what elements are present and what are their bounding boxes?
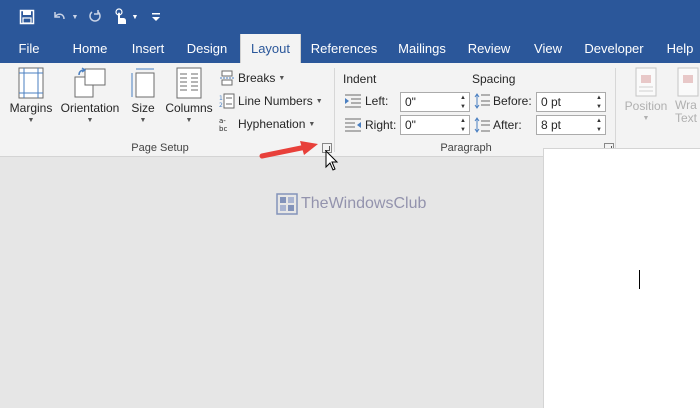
margins-button[interactable]: Margins ▼: [8, 67, 54, 124]
quick-access-toolbar: ▼ ▼: [0, 0, 700, 34]
spacing-before-label: Before:: [493, 94, 532, 108]
orientation-icon: [74, 67, 106, 98]
paragraph-group-label: Paragraph: [440, 142, 492, 154]
indent-right-stepper[interactable]: 0" ▲ ▼: [400, 115, 470, 135]
wrap-text-icon: [677, 67, 699, 97]
columns-label: Columns: [165, 101, 213, 115]
hyphenation-button[interactable]: a-bc Hyphenation ▼: [219, 113, 315, 135]
indent-heading: Indent: [343, 72, 377, 86]
group-divider: [615, 68, 616, 152]
chevron-down-icon: ▼: [315, 97, 323, 105]
mouse-pointer-icon: [325, 150, 339, 171]
tab-home[interactable]: Home: [66, 34, 114, 63]
indent-right-value: 0": [405, 118, 416, 132]
chevron-down-icon: ▼: [139, 117, 147, 124]
document-page[interactable]: [543, 148, 700, 408]
spin-up-icon[interactable]: ▲: [596, 95, 602, 101]
ribbon: Margins ▼ Orientation ▼ Size ▼ Columns ▼…: [0, 63, 700, 157]
hyphenation-icon: a-bc: [219, 117, 227, 132]
chevron-down-icon: ▼: [185, 117, 193, 124]
ribbon-tabs: File Home Insert Design Layout Reference…: [0, 34, 700, 63]
spacing-after-value: 8 pt: [541, 118, 562, 132]
indent-left-icon: [345, 94, 361, 108]
position-label: Position: [624, 99, 668, 113]
page-setup-group-label: Page Setup: [131, 142, 189, 154]
watermark-text: TheWindowsClub: [301, 195, 427, 212]
spacing-heading: Spacing: [472, 72, 516, 86]
text-cursor: [639, 270, 640, 289]
spin-up-icon[interactable]: ▲: [596, 118, 602, 124]
redo-icon[interactable]: [84, 6, 104, 28]
spin-up-icon[interactable]: ▲: [460, 118, 466, 124]
tab-mailings[interactable]: Mailings: [392, 34, 452, 63]
tab-insert[interactable]: Insert: [125, 34, 171, 63]
spin-down-icon[interactable]: ▼: [596, 127, 602, 133]
undo-icon[interactable]: [48, 6, 70, 28]
columns-button[interactable]: Columns ▼: [163, 67, 215, 124]
chevron-down-icon: ▼: [642, 115, 650, 122]
indent-right-icon: [345, 118, 361, 132]
svg-text:1: 1: [219, 95, 223, 102]
spin-down-icon[interactable]: ▼: [460, 104, 466, 110]
tab-design[interactable]: Design: [182, 34, 232, 63]
spin-down-icon[interactable]: ▼: [596, 104, 602, 110]
line-numbers-icon: 12: [219, 93, 235, 109]
line-numbers-button[interactable]: 12 Line Numbers ▼: [219, 90, 323, 112]
tab-review[interactable]: Review: [463, 34, 515, 63]
svg-text:a-: a-: [219, 117, 226, 125]
hyphenation-label: Hyphenation: [238, 117, 306, 131]
orientation-button[interactable]: Orientation ▼: [58, 67, 122, 124]
margins-icon: [18, 67, 44, 99]
spacing-after-stepper[interactable]: 8 pt ▲ ▼: [536, 115, 606, 135]
wrap-text-button[interactable]: Wra Text: [675, 67, 700, 125]
spacing-before-value: 0 pt: [541, 95, 562, 109]
svg-text:2: 2: [219, 102, 223, 109]
orientation-label: Orientation: [60, 101, 120, 115]
spacing-before-icon: [474, 93, 490, 109]
group-divider: [334, 68, 335, 152]
spacing-before-stepper[interactable]: 0 pt ▲ ▼: [536, 92, 606, 112]
breaks-icon: [220, 70, 234, 86]
chevron-down-icon: ▼: [278, 74, 286, 82]
size-button[interactable]: Size ▼: [126, 67, 160, 124]
tab-layout[interactable]: Layout: [240, 34, 301, 63]
watermark: TheWindowsClub: [276, 193, 426, 215]
columns-icon: [176, 67, 202, 99]
spin-up-icon[interactable]: ▲: [460, 95, 466, 101]
touch-mode-dropdown-icon[interactable]: ▼: [130, 6, 140, 28]
breaks-button[interactable]: Breaks ▼: [219, 67, 285, 89]
save-icon[interactable]: [16, 6, 38, 28]
chevron-down-icon: ▼: [86, 117, 94, 124]
size-label: Size: [131, 101, 155, 115]
indent-left-stepper[interactable]: 0" ▲ ▼: [400, 92, 470, 112]
size-icon: [131, 68, 155, 98]
spin-down-icon[interactable]: ▼: [460, 127, 466, 133]
tab-references[interactable]: References: [308, 34, 380, 63]
tab-developer[interactable]: Developer: [580, 34, 648, 63]
tab-view[interactable]: View: [527, 34, 569, 63]
chevron-down-icon: ▼: [27, 117, 35, 124]
line-numbers-label: Line Numbers: [238, 94, 313, 108]
svg-text:bc: bc: [219, 125, 227, 132]
wrap-text-label-line2: Text: [675, 111, 698, 125]
spacing-after-label: After:: [493, 118, 522, 132]
annotation-arrow-icon: [259, 141, 318, 159]
touch-mode-icon[interactable]: [110, 6, 130, 28]
customize-qat-icon[interactable]: [148, 6, 164, 28]
tab-file[interactable]: File: [8, 34, 50, 63]
watermark-logo-icon: [276, 193, 298, 215]
breaks-label: Breaks: [238, 71, 276, 85]
tab-help[interactable]: Help: [660, 34, 700, 63]
spacing-after-icon: [474, 117, 490, 133]
position-icon: [635, 67, 657, 97]
margins-label: Margins: [9, 101, 53, 115]
undo-dropdown-icon[interactable]: ▼: [70, 6, 80, 28]
position-button[interactable]: Position ▼: [622, 67, 670, 122]
indent-left-value: 0": [405, 95, 416, 109]
chevron-down-icon: ▼: [308, 120, 316, 128]
indent-right-label: Right:: [365, 118, 397, 132]
indent-left-label: Left:: [365, 94, 389, 108]
